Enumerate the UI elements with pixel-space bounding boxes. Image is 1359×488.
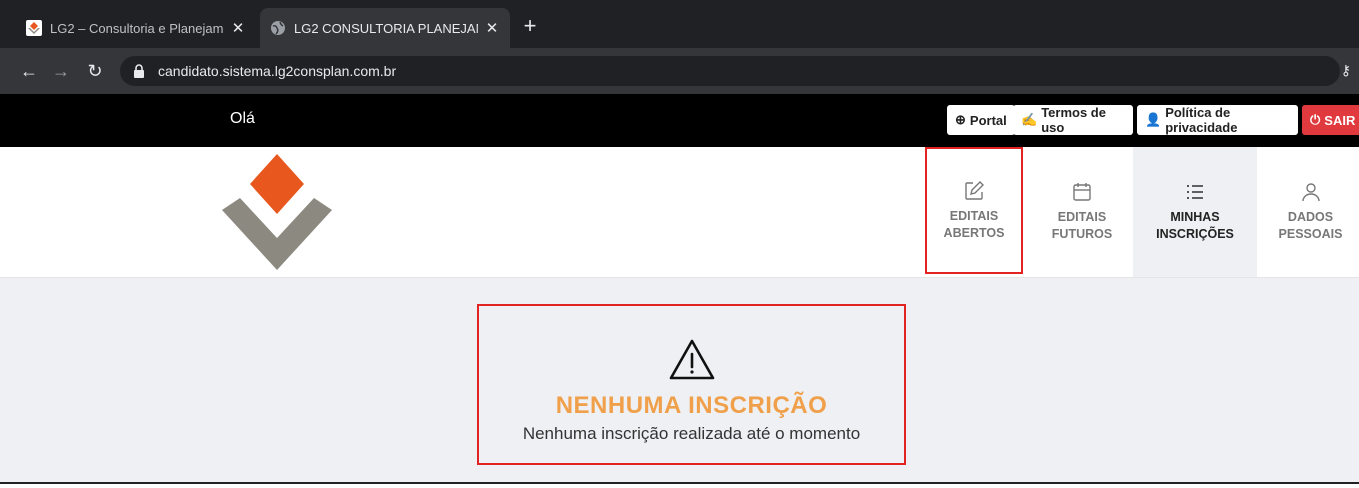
logout-button[interactable]: ⏻ SAIR bbox=[1302, 105, 1359, 135]
nav-label-line2: FUTUROS bbox=[1051, 227, 1113, 241]
address-bar[interactable]: candidato.sistema.lg2consplan.com.br bbox=[120, 56, 1340, 86]
terms-label: Termos de uso bbox=[1041, 105, 1106, 135]
nav-label-line1: DADOS bbox=[1287, 210, 1334, 224]
main-content: NENHUMA INSCRIÇÃO Nenhuma inscrição real… bbox=[0, 278, 1359, 484]
privacy-label: Política de privacidade bbox=[1165, 105, 1238, 135]
nav-label-line2: PESSOAIS bbox=[1278, 227, 1343, 241]
back-arrow-icon[interactable]: ← bbox=[16, 58, 42, 84]
close-tab-icon[interactable]: ✕ bbox=[484, 19, 500, 37]
user-lock-icon: 👤 bbox=[1145, 112, 1162, 127]
close-tab-icon[interactable]: ✕ bbox=[230, 19, 246, 37]
nav-minhas-inscricoes[interactable]: MINHAS INSCRIÇÕES bbox=[1133, 147, 1257, 277]
lock-icon bbox=[134, 64, 144, 78]
signature-icon: ✍ bbox=[1021, 112, 1038, 127]
nav-dados-pessoais[interactable]: DADOS PESSOAIS bbox=[1262, 147, 1359, 277]
browser-tab-strip: LG2 – Consultoria e Planejamento ✕ LG2 C… bbox=[0, 0, 1359, 48]
site-topbar: Olá ⊕ Portal ✍ Termos de uso 👤 Política … bbox=[0, 94, 1359, 147]
forward-arrow-icon[interactable]: → bbox=[48, 58, 74, 84]
portal-button[interactable]: ⊕ Portal bbox=[947, 105, 1015, 135]
logout-label: SAIR bbox=[1324, 112, 1356, 128]
nav-label-line1: EDITAIS bbox=[949, 208, 999, 223]
tab-title: LG2 CONSULTORIA PLANEJAMENTO bbox=[294, 20, 478, 36]
browser-tab-active[interactable]: LG2 CONSULTORIA PLANEJAMENTO ✕ bbox=[260, 8, 510, 48]
new-tab-button[interactable]: + bbox=[516, 12, 544, 40]
empty-state: NENHUMA INSCRIÇÃO Nenhuma inscrição real… bbox=[477, 304, 906, 465]
portal-label: Portal bbox=[969, 112, 1007, 128]
lg2-favicon-icon bbox=[26, 20, 42, 36]
nav-label-line1: EDITAIS bbox=[1057, 210, 1107, 224]
site-header: EDITAIS ABERTOS EDITAIS FUTUROS MINHAS I… bbox=[0, 147, 1359, 278]
browser-tab-lg2[interactable]: LG2 – Consultoria e Planejamento ✕ bbox=[16, 8, 256, 48]
nav-label-line1: MINHAS bbox=[1170, 210, 1220, 224]
nav-editais-abertos[interactable]: EDITAIS ABERTOS bbox=[925, 147, 1023, 274]
lg2-logo bbox=[222, 154, 332, 270]
power-icon: ⏻ bbox=[1310, 112, 1321, 127]
greeting-text: Olá bbox=[230, 110, 255, 127]
reload-icon[interactable]: ↻ bbox=[82, 58, 108, 84]
calendar-icon bbox=[1073, 183, 1091, 201]
key-icon[interactable]: ⚷ bbox=[1341, 62, 1351, 79]
list-icon bbox=[1187, 185, 1203, 199]
globe-icon bbox=[271, 21, 285, 35]
browser-toolbar: ← → ↻ candidato.sistema.lg2consplan.com.… bbox=[0, 48, 1359, 94]
nav-editais-futuros[interactable]: EDITAIS FUTUROS bbox=[1031, 147, 1133, 277]
tab-title: LG2 – Consultoria e Planejamento bbox=[50, 20, 224, 36]
empty-state-message: Nenhuma inscrição realizada até o moment… bbox=[522, 424, 861, 443]
edit-icon bbox=[965, 180, 984, 200]
warning-icon bbox=[669, 339, 714, 380]
url-text: candidato.sistema.lg2consplan.com.br bbox=[158, 63, 397, 79]
terms-button[interactable]: ✍ Termos de uso bbox=[1013, 105, 1133, 135]
nav-label-line2: ABERTOS bbox=[943, 225, 1005, 240]
globe-icon: ⊕ bbox=[955, 112, 966, 127]
empty-state-title: NENHUMA INSCRIÇÃO bbox=[555, 392, 828, 419]
nav-label-line2: INSCRIÇÕES bbox=[1156, 227, 1234, 241]
privacy-button[interactable]: 👤 Política de privacidade bbox=[1137, 105, 1298, 135]
user-icon bbox=[1301, 183, 1320, 202]
